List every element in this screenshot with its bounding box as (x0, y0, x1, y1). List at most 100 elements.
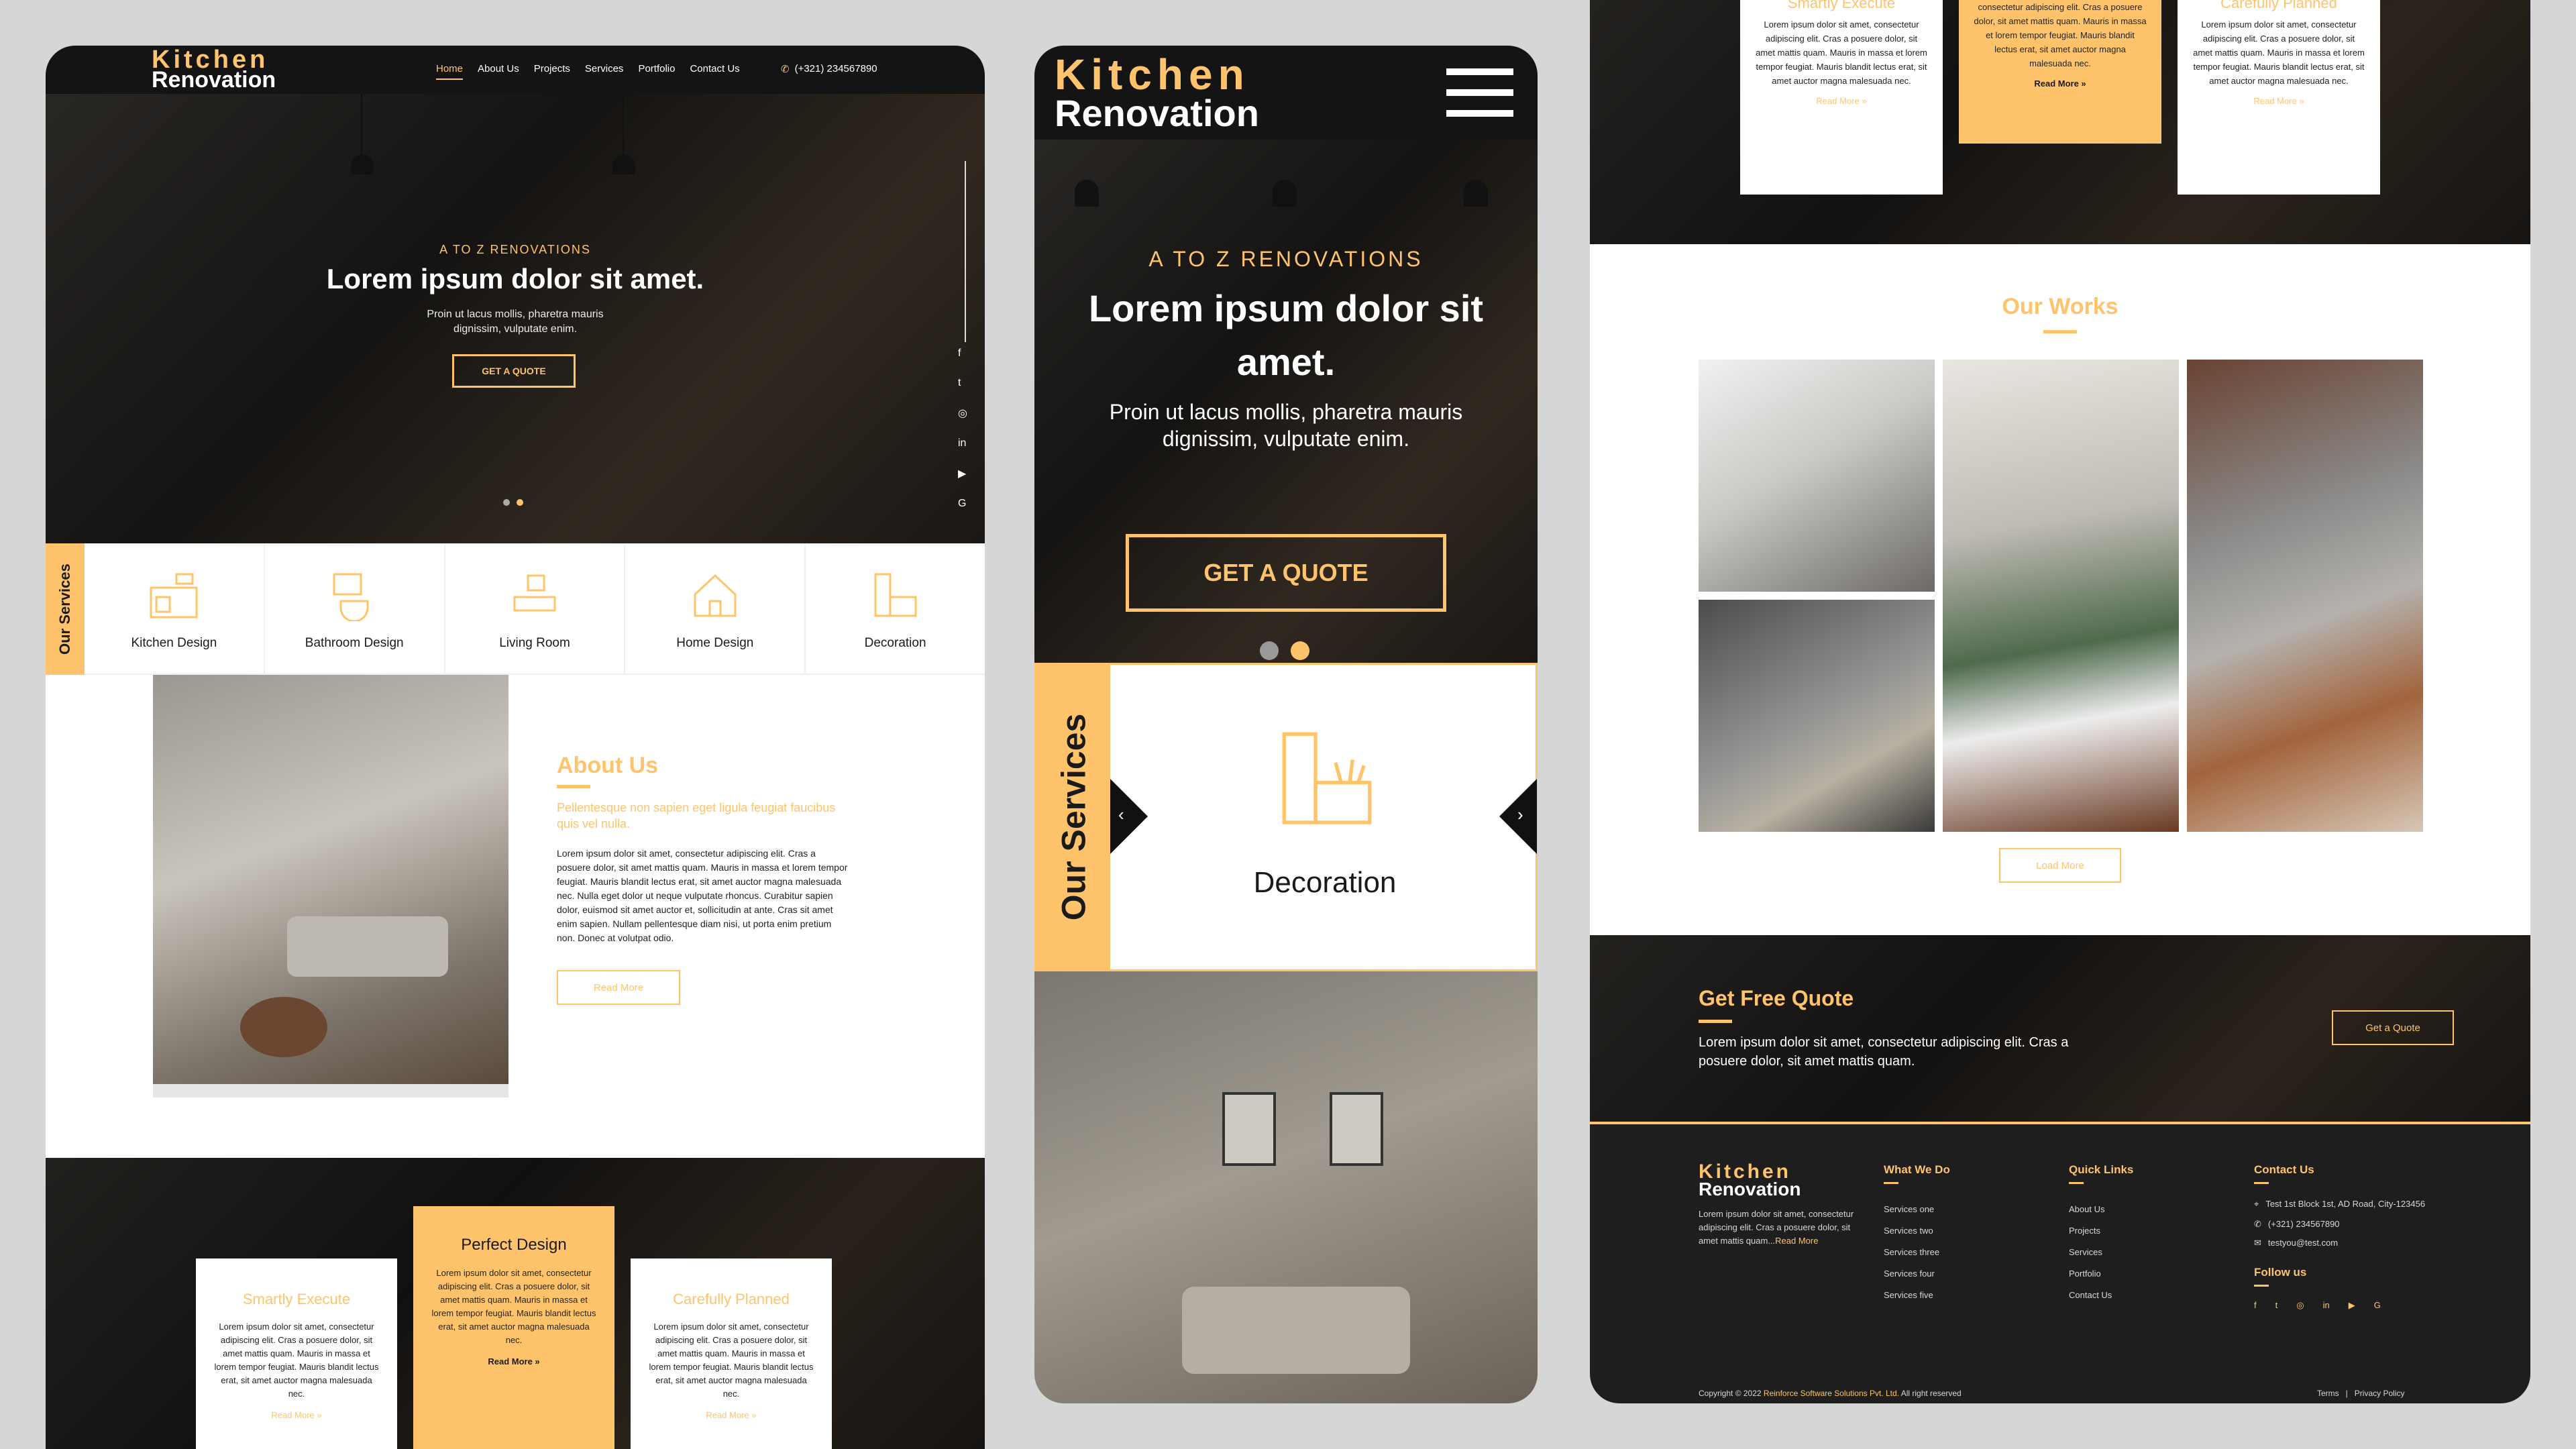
footer-contact: Contact Us ⌖ Test 1st Block 1st, AD Road,… (2254, 1163, 2428, 1311)
twitter-icon[interactable]: t (2275, 1300, 2278, 1311)
works-section: Our Works Load More (1590, 244, 2530, 935)
nav-services[interactable]: Services (585, 63, 624, 80)
footer-quick-links: Quick Links About Us Projects Services P… (2069, 1163, 2133, 1306)
nav-contact[interactable]: Contact Us (690, 63, 739, 80)
nav-projects[interactable]: Projects (534, 63, 570, 80)
instagram-icon[interactable]: ◎ (2296, 1300, 2304, 1311)
main-nav: Home About Us Projects Services Portfoli… (436, 63, 740, 80)
works-title: Our Works (2002, 294, 2118, 319)
feature-read-more-link[interactable]: Read More » (212, 1410, 381, 1420)
facebook-icon[interactable]: f (2254, 1300, 2257, 1311)
load-more-button[interactable]: Load More (1999, 848, 2121, 883)
work-photo[interactable] (1699, 360, 1935, 592)
get-a-quote-button[interactable]: GET A QUOTE (452, 354, 576, 388)
brand-logo[interactable]: Kitchen Renovation (1055, 53, 1259, 134)
footer-link[interactable]: About Us (2069, 1199, 2133, 1220)
get-a-quote-button[interactable]: Get a Quote (2332, 1010, 2454, 1045)
hero-subtitle: Proin ut lacus mollis, pharetra mauris d… (427, 309, 604, 335)
facebook-icon[interactable]: f (958, 347, 967, 360)
footer-link[interactable]: Services (2069, 1242, 2133, 1263)
bathroom-icon (333, 573, 369, 621)
service-item-home[interactable]: Home Design (625, 543, 806, 675)
mobile-services: Our Services ‹ › Decoration (1034, 663, 1538, 971)
feature-read-more-link[interactable]: Read More » (2192, 96, 2365, 106)
feature-title: Smartly Execute (242, 1291, 351, 1307)
footer-link[interactable]: Services five (1884, 1285, 1950, 1306)
nav-about[interactable]: About Us (478, 63, 519, 80)
nav-portfolio[interactable]: Portfolio (638, 63, 675, 80)
footer-read-more-link[interactable]: Read More (1775, 1236, 1818, 1246)
footer-link[interactable]: Services three (1884, 1242, 1950, 1263)
service-item-bathroom[interactable]: Bathroom Design (265, 543, 445, 675)
work-photo[interactable] (2187, 360, 2423, 832)
work-photo[interactable] (1943, 360, 2179, 832)
youtube-icon[interactable]: ▶ (2349, 1300, 2355, 1311)
header-phone[interactable]: ✆ (+321) 234567890 (781, 63, 877, 75)
coffee-table-shape (240, 997, 327, 1057)
services-row: Our Services Kitchen Design Bathroom Des… (46, 543, 985, 675)
google-icon[interactable]: G (958, 498, 967, 510)
work-photo[interactable] (1699, 600, 1935, 832)
twitter-icon[interactable]: t (958, 377, 967, 389)
footer-email[interactable]: ✉ testyou@test.com (2254, 1238, 2428, 1248)
hamburger-menu-icon[interactable] (1446, 68, 1513, 117)
living-room-photo (153, 675, 508, 1084)
about-title: About Us (557, 753, 659, 778)
services-label: Our Services (56, 564, 73, 655)
terms-link[interactable]: Terms (2317, 1389, 2339, 1398)
youtube-icon[interactable]: ▶ (958, 467, 967, 480)
pendant-lamp-icon (1273, 180, 1297, 207)
footer-link[interactable]: Services one (1884, 1199, 1950, 1220)
footer-about-text: Lorem ipsum dolor sit amet, consectetur … (1699, 1209, 1854, 1246)
feature-body: Lorem ipsum dolor sit amet, consectetur … (214, 1322, 379, 1399)
service-item-kitchen[interactable]: Kitchen Design (85, 543, 265, 675)
wall-art (1222, 1092, 1276, 1166)
company-link[interactable]: Reinforce Software Solutions Pvt. Ltd. (1764, 1389, 1899, 1398)
feature-read-more-link[interactable]: Read More » (647, 1410, 816, 1420)
carousel-service-label: Decoration (1253, 866, 1397, 899)
about-read-more-button[interactable]: Read More (557, 970, 680, 1005)
mobile-living-room-photo (1034, 971, 1538, 1403)
feature-read-more-link[interactable]: Read More » (429, 1356, 598, 1366)
feature-body: Lorem ipsum dolor sit amet, consectetur … (1756, 19, 1927, 86)
brand-line2: Renovation (1055, 92, 1259, 134)
phone-icon: ✆ (2254, 1219, 2261, 1229)
feature-read-more-link[interactable]: Read More » (1974, 78, 2147, 89)
features-strip: Smartly Execute Lorem ipsum dolor sit am… (1590, 0, 2530, 244)
about-tagline: Pellentesque non sapien eget ligula feug… (557, 801, 836, 830)
footer-link[interactable]: Services four (1884, 1263, 1950, 1285)
brand-logo[interactable]: Kitchen Renovation (152, 47, 276, 91)
slider-dot-active[interactable] (517, 499, 523, 506)
linkedin-icon[interactable]: in (958, 437, 967, 449)
privacy-link[interactable]: Privacy Policy (2355, 1389, 2405, 1398)
linkedin-icon[interactable]: in (2323, 1300, 2330, 1311)
instagram-icon[interactable]: ◎ (958, 407, 967, 420)
slider-dot[interactable] (503, 499, 510, 506)
slider-dot[interactable] (1260, 641, 1279, 660)
footer-link[interactable]: Portfolio (2069, 1263, 2133, 1285)
feature-body: Lorem ipsum dolor sit amet, consectetur … (431, 1268, 596, 1345)
footer-address: ⌖ Test 1st Block 1st, AD Road, City-12345… (2254, 1197, 2428, 1211)
slider-dot-active[interactable] (1291, 641, 1309, 660)
google-icon[interactable]: G (2374, 1300, 2381, 1311)
carousel-prev-button[interactable] (1110, 779, 1148, 854)
footer-link[interactable]: Contact Us (2069, 1285, 2133, 1306)
mobile-hero: A TO Z RENOVATIONS Lorem ipsum dolor sit… (1034, 140, 1538, 663)
footer-phone[interactable]: ✆ (+321) 234567890 (2254, 1219, 2428, 1230)
service-item-decoration[interactable]: Decoration (806, 543, 985, 675)
mobile-header: Kitchen Renovation (1034, 46, 1538, 140)
feature-card-highlight: consectetur adipiscing elit. Cras a posu… (1959, 0, 2161, 144)
services-label-tab: Our Services (46, 543, 85, 675)
nav-home[interactable]: Home (436, 63, 464, 80)
brand-logo[interactable]: Kitchen Renovation (1699, 1162, 1860, 1199)
feature-card: Carefully Planned Lorem ipsum dolor sit … (631, 1258, 832, 1449)
envelope-icon: ✉ (2254, 1238, 2261, 1248)
header-phone-number: (+321) 234567890 (794, 63, 877, 74)
footer-link[interactable]: Services two (1884, 1220, 1950, 1242)
get-a-quote-button[interactable]: GET A QUOTE (1126, 534, 1446, 612)
legal-links: Terms | Privacy Policy (2317, 1389, 2405, 1398)
quote-body: Lorem ipsum dolor sit amet, consectetur … (1699, 1035, 2069, 1069)
feature-read-more-link[interactable]: Read More » (1755, 96, 1928, 106)
footer-link[interactable]: Projects (2069, 1220, 2133, 1242)
service-item-living[interactable]: Living Room (445, 543, 626, 675)
